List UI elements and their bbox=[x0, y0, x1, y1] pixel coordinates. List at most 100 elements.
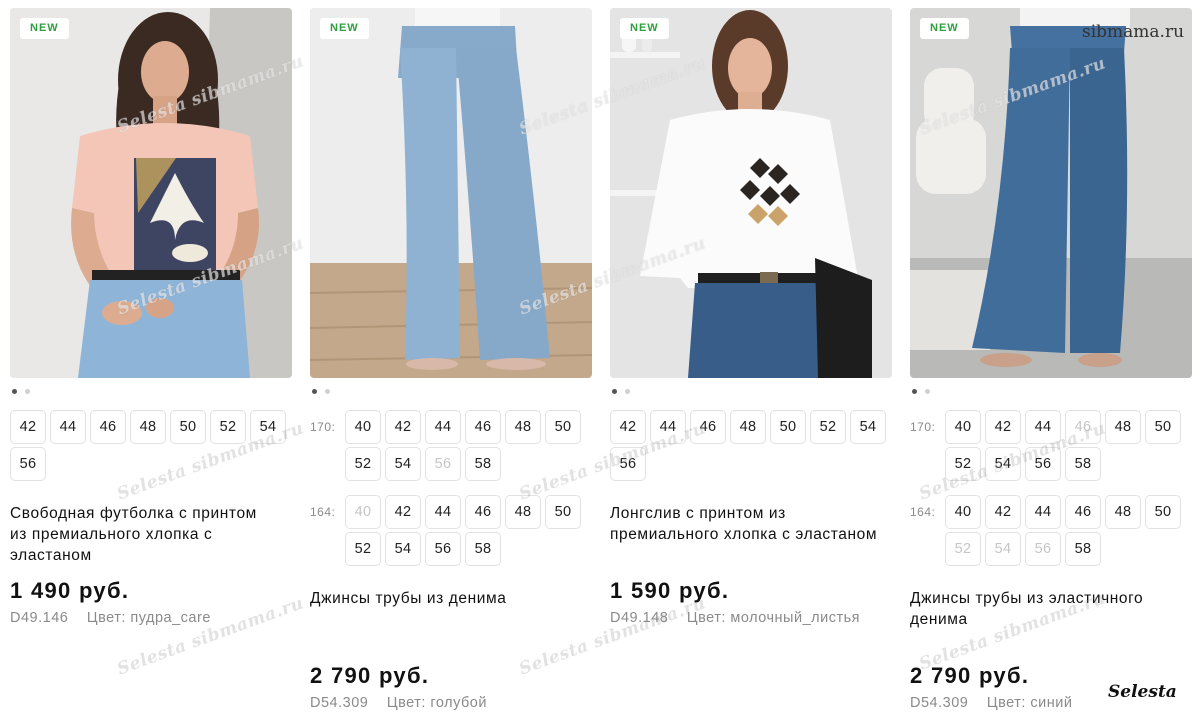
size-option-50[interactable]: 50 bbox=[170, 410, 206, 444]
size-options: 40 42 44 46 48 50 52 54 56 58 bbox=[345, 495, 585, 566]
carousel-dot[interactable] bbox=[325, 388, 330, 394]
product-color: Цвет: синий bbox=[986, 695, 1073, 711]
size-option-56[interactable]: 56 bbox=[425, 532, 461, 566]
size-option-48[interactable]: 48 bbox=[505, 410, 541, 444]
size-option-54[interactable]: 54 bbox=[850, 410, 886, 444]
product-article: D54.309 bbox=[910, 695, 969, 711]
carousel-dot[interactable] bbox=[25, 388, 30, 394]
size-option-46[interactable]: 46 bbox=[690, 410, 726, 444]
size-option-44[interactable]: 44 bbox=[650, 410, 686, 444]
carousel-dots bbox=[310, 380, 592, 402]
size-option-50[interactable]: 50 bbox=[770, 410, 806, 444]
product-price: 1 590 руб. bbox=[610, 578, 730, 603]
product-title[interactable]: Джинсы трубы из денима bbox=[310, 588, 578, 651]
size-option-42[interactable]: 42 bbox=[385, 495, 421, 529]
carousel-dots bbox=[610, 380, 892, 402]
size-option-46[interactable]: 46 bbox=[465, 495, 501, 529]
product-title[interactable]: Джинсы трубы из эластичного денима bbox=[910, 588, 1178, 651]
size-option-40[interactable]: 40 bbox=[945, 495, 981, 529]
size-options: 42 44 46 48 50 52 54 56 bbox=[610, 410, 892, 481]
product-card[interactable]: NEW 170: 40 42 44 46 48 50 52 54 56 58 164: 40 42 44 46… bbox=[910, 8, 1192, 711]
size-option-50[interactable]: 50 bbox=[545, 410, 581, 444]
size-option-42[interactable]: 42 bbox=[610, 410, 646, 444]
product-image[interactable]: NEW bbox=[10, 8, 292, 378]
size-option-54[interactable]: 54 bbox=[385, 447, 421, 481]
size-option-56[interactable]: 56 bbox=[10, 447, 46, 481]
size-option-48[interactable]: 48 bbox=[730, 410, 766, 444]
product-article: D49.146 bbox=[10, 610, 69, 626]
product-photo bbox=[610, 8, 892, 378]
size-option-54[interactable]: 54 bbox=[250, 410, 286, 444]
size-option-58[interactable]: 58 bbox=[1065, 532, 1101, 566]
size-options: 40 42 44 46 48 50 52 54 56 58 bbox=[945, 410, 1185, 481]
size-option-48[interactable]: 48 bbox=[1105, 495, 1141, 529]
product-card[interactable]: NEW 42 44 46 48 50 52 54 56 Лонгслив с принтом … bbox=[610, 8, 892, 626]
size-option-50[interactable]: 50 bbox=[1145, 495, 1181, 529]
carousel-dot[interactable] bbox=[12, 388, 17, 394]
size-option-56: 56 bbox=[425, 447, 461, 481]
size-group-label: 170: bbox=[310, 420, 336, 434]
size-option-54[interactable]: 54 bbox=[385, 532, 421, 566]
size-option-42[interactable]: 42 bbox=[985, 410, 1021, 444]
product-color: Цвет: пудра_care bbox=[86, 610, 211, 626]
size-option-44[interactable]: 44 bbox=[1025, 495, 1061, 529]
size-group: 170: 40 42 44 46 48 50 52 54 56 58 bbox=[910, 410, 1192, 481]
size-option-48[interactable]: 48 bbox=[1105, 410, 1141, 444]
size-option-56: 56 bbox=[1025, 532, 1061, 566]
size-option-44[interactable]: 44 bbox=[425, 410, 461, 444]
size-options: 40 42 44 46 48 50 52 54 56 58 bbox=[345, 410, 585, 481]
size-option-52[interactable]: 52 bbox=[210, 410, 246, 444]
size-option-54: 54 bbox=[985, 532, 1021, 566]
size-option-50[interactable]: 50 bbox=[545, 495, 581, 529]
size-group-label: 164: bbox=[910, 505, 936, 519]
size-option-56[interactable]: 56 bbox=[610, 447, 646, 481]
size-option-42[interactable]: 42 bbox=[985, 495, 1021, 529]
size-option-44[interactable]: 44 bbox=[425, 495, 461, 529]
size-option-46[interactable]: 46 bbox=[1065, 495, 1101, 529]
carousel-dot[interactable] bbox=[925, 388, 930, 394]
size-option-44[interactable]: 44 bbox=[1025, 410, 1061, 444]
product-meta: D49.146 Цвет: пудра_care bbox=[10, 610, 292, 626]
size-group: 170: 40 42 44 46 48 50 52 54 56 58 bbox=[310, 410, 592, 481]
size-option-42[interactable]: 42 bbox=[385, 410, 421, 444]
product-image[interactable]: NEW bbox=[610, 8, 892, 378]
product-meta: D54.309 Цвет: голубой bbox=[310, 695, 592, 711]
product-article: D54.309 bbox=[310, 695, 369, 711]
product-title[interactable]: Свободная футболка с принтом из премиаль… bbox=[10, 503, 278, 566]
size-option-48[interactable]: 48 bbox=[130, 410, 166, 444]
carousel-dots bbox=[10, 380, 292, 402]
product-card[interactable]: NEW 42 44 46 48 50 52 54 56 Свободная футболка … bbox=[10, 8, 292, 626]
size-option-56[interactable]: 56 bbox=[1025, 447, 1061, 481]
size-option-52: 52 bbox=[945, 532, 981, 566]
carousel-dot[interactable] bbox=[625, 388, 630, 394]
new-badge: NEW bbox=[620, 18, 669, 39]
size-option-52[interactable]: 52 bbox=[945, 447, 981, 481]
size-option-52[interactable]: 52 bbox=[810, 410, 846, 444]
size-option-58[interactable]: 58 bbox=[465, 447, 501, 481]
product-price: 1 490 руб. bbox=[10, 578, 130, 603]
size-option-40[interactable]: 40 bbox=[345, 410, 381, 444]
size-option-50[interactable]: 50 bbox=[1145, 410, 1181, 444]
carousel-dots bbox=[910, 380, 1192, 402]
carousel-dot[interactable] bbox=[912, 388, 917, 394]
product-title[interactable]: Лонгслив с принтом из премиального хлопк… bbox=[610, 503, 878, 566]
product-image[interactable]: NEW bbox=[310, 8, 592, 378]
size-option-46[interactable]: 46 bbox=[90, 410, 126, 444]
product-card[interactable]: NEW 170: 40 42 44 46 48 50 52 54 56 58 164: 40 42 44 46… bbox=[310, 8, 592, 711]
size-option-52[interactable]: 52 bbox=[345, 532, 381, 566]
new-badge: NEW bbox=[920, 18, 969, 39]
size-selector: 42 44 46 48 50 52 54 56 bbox=[10, 410, 292, 481]
size-option-40[interactable]: 40 bbox=[945, 410, 981, 444]
size-option-52[interactable]: 52 bbox=[345, 447, 381, 481]
size-option-58[interactable]: 58 bbox=[465, 532, 501, 566]
size-option-42[interactable]: 42 bbox=[10, 410, 46, 444]
size-group: 164: 40 42 44 46 48 50 52 54 56 58 bbox=[910, 495, 1192, 566]
carousel-dot[interactable] bbox=[312, 388, 317, 394]
size-option-46[interactable]: 46 bbox=[465, 410, 501, 444]
size-option-48[interactable]: 48 bbox=[505, 495, 541, 529]
product-image[interactable]: NEW bbox=[910, 8, 1192, 378]
size-option-44[interactable]: 44 bbox=[50, 410, 86, 444]
carousel-dot[interactable] bbox=[612, 388, 617, 394]
size-option-54[interactable]: 54 bbox=[985, 447, 1021, 481]
size-option-58[interactable]: 58 bbox=[1065, 447, 1101, 481]
